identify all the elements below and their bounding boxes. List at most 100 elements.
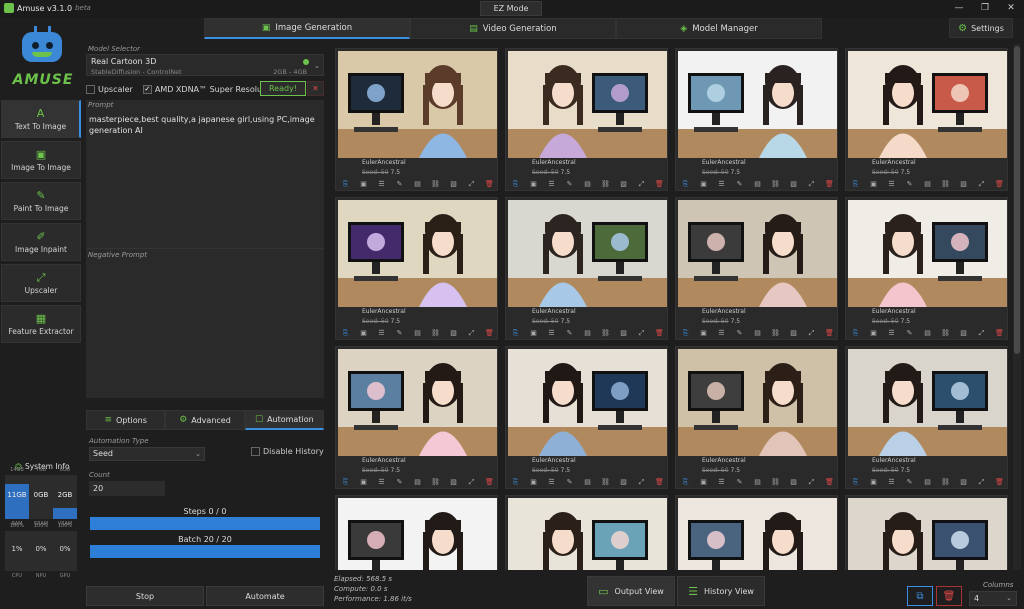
generated-image[interactable] — [848, 200, 1007, 307]
image-gallery-icon[interactable]: ▧ — [958, 477, 969, 487]
upscale-icon[interactable]: ⤢ — [466, 328, 477, 338]
list-icon[interactable]: ☰ — [716, 179, 727, 189]
automate-button[interactable]: Automate — [206, 586, 324, 606]
delete-icon[interactable]: 🗑 — [824, 328, 835, 338]
gallery-card[interactable]: EulerAncestralSeed: 50 7.5⎘▣☰✎▤⛓▧⤢🗑 — [675, 48, 838, 191]
generated-image[interactable] — [678, 349, 837, 456]
edit-icon[interactable]: ✎ — [904, 328, 915, 338]
tab-options[interactable]: ≡ Options — [86, 410, 166, 430]
history-view-button[interactable]: ☰ History View — [677, 576, 765, 606]
edit-icon[interactable]: ✎ — [904, 179, 915, 189]
gallery-card[interactable]: EulerAncestralSeed: 50 7.5⎘▣☰✎▤⛓▧⤢🗑 — [335, 197, 498, 340]
image-gallery-icon[interactable]: ▧ — [448, 328, 459, 338]
delete-icon[interactable]: 🗑 — [484, 179, 495, 189]
film-icon[interactable]: ▤ — [582, 179, 593, 189]
edit-icon[interactable]: ✎ — [564, 328, 575, 338]
link-icon[interactable]: ⛓ — [940, 477, 951, 487]
list-icon[interactable]: ☰ — [716, 477, 727, 487]
delete-icon[interactable]: 🗑 — [654, 477, 665, 487]
list-icon[interactable]: ☰ — [376, 179, 387, 189]
upscaler-checkbox[interactable] — [86, 84, 95, 94]
delete-icon[interactable]: 🗑 — [994, 179, 1005, 189]
image-icon[interactable]: ▣ — [358, 477, 369, 487]
image-icon[interactable]: ▣ — [528, 477, 539, 487]
generated-image[interactable] — [848, 51, 1007, 158]
list-icon[interactable]: ☰ — [886, 179, 897, 189]
delete-icon[interactable]: 🗑 — [994, 477, 1005, 487]
stop-button[interactable]: Stop — [86, 586, 204, 606]
film-icon[interactable]: ▤ — [412, 179, 423, 189]
sidebar-item-text-to-image[interactable]: A Text To Image — [1, 100, 81, 138]
prompt-input[interactable]: Prompt masterpiece,best quality,a japane… — [86, 100, 324, 248]
upscale-icon[interactable]: ⤢ — [806, 328, 817, 338]
edit-icon[interactable]: ✎ — [904, 477, 915, 487]
tab-video-generation[interactable]: ▤ Video Generation — [410, 18, 616, 39]
upscale-icon[interactable]: ⤢ — [466, 477, 477, 487]
film-icon[interactable]: ▤ — [922, 179, 933, 189]
gallery-card[interactable]: EulerAncestralSeed: 50 7.5⎘▣☰✎▤⛓▧⤢🗑 — [675, 197, 838, 340]
list-icon[interactable]: ☰ — [546, 179, 557, 189]
list-icon[interactable]: ☰ — [886, 477, 897, 487]
gallery-card[interactable]: EulerAncestralSeed: 50 7.5⎘▣☰✎▤⛓▧⤢🗑 — [845, 48, 1008, 191]
delete-icon[interactable]: 🗑 — [654, 179, 665, 189]
upscale-icon[interactable]: ⤢ — [806, 477, 817, 487]
image-gallery-icon[interactable]: ▧ — [618, 179, 629, 189]
ez-mode-button[interactable]: EZ Mode — [480, 1, 542, 16]
ready-button[interactable]: Ready! — [260, 81, 306, 96]
gallery-card[interactable]: EulerAncestralSeed: 50 7.5⎘▣☰✎▤⛓▧⤢🗑 — [505, 346, 668, 489]
link-icon[interactable]: ⛓ — [600, 179, 611, 189]
generated-image[interactable] — [508, 51, 667, 158]
link-icon[interactable]: ⛓ — [600, 328, 611, 338]
generated-image[interactable] — [848, 498, 1007, 570]
generated-image[interactable] — [678, 200, 837, 307]
delete-icon[interactable]: 🗑 — [484, 477, 495, 487]
delete-icon[interactable]: 🗑 — [484, 328, 495, 338]
generated-image[interactable] — [848, 349, 1007, 456]
link-icon[interactable]: ⛓ — [770, 477, 781, 487]
automation-type-select[interactable]: Seed ⌄ — [89, 447, 205, 461]
gallery-card[interactable]: EulerAncestralSeed: 50 7.5⎘▣☰✎▤⛓▧⤢🗑 — [505, 197, 668, 340]
edit-icon[interactable]: ✎ — [394, 179, 405, 189]
save-icon[interactable]: ⎘ — [340, 179, 351, 189]
disable-history-toggle[interactable]: Disable History — [251, 447, 324, 456]
generated-image[interactable] — [338, 498, 497, 570]
close-icon[interactable]: ✕ — [998, 0, 1024, 16]
edit-icon[interactable]: ✎ — [394, 328, 405, 338]
delete-icon[interactable]: 🗑 — [824, 477, 835, 487]
list-icon[interactable]: ☰ — [716, 328, 727, 338]
tab-image-generation[interactable]: ▣ Image Generation — [204, 18, 410, 39]
gallery-card[interactable]: EulerAncestralSeed: 50 7.5⎘▣☰✎▤⛓▧⤢🗑 — [335, 346, 498, 489]
clear-gallery-button[interactable]: 🗑 — [936, 586, 962, 606]
gallery-card[interactable]: EulerAncestralSeed: 50 7.5⎘▣☰✎▤⛓▧⤢🗑 — [845, 495, 1008, 570]
maximize-icon[interactable]: ❐ — [972, 0, 998, 16]
image-gallery-icon[interactable]: ▧ — [448, 179, 459, 189]
film-icon[interactable]: ▤ — [412, 477, 423, 487]
delete-icon[interactable]: 🗑 — [994, 328, 1005, 338]
film-icon[interactable]: ▤ — [752, 328, 763, 338]
save-icon[interactable]: ⎘ — [680, 328, 691, 338]
upscale-icon[interactable]: ⤢ — [976, 477, 987, 487]
upscale-icon[interactable]: ⤢ — [636, 328, 647, 338]
sidebar-item-image-to-image[interactable]: ▣ Image To Image — [1, 141, 81, 179]
image-gallery-icon[interactable]: ▧ — [788, 179, 799, 189]
gallery-card[interactable]: EulerAncestralSeed: 50 7.5⎘▣☰✎▤⛓▧⤢🗑 — [675, 346, 838, 489]
generated-image[interactable] — [508, 200, 667, 307]
gallery-card[interactable]: EulerAncestralSeed: 50 7.5⎘▣☰✎▤⛓▧⤢🗑 — [505, 48, 668, 191]
film-icon[interactable]: ▤ — [922, 328, 933, 338]
film-icon[interactable]: ▤ — [412, 328, 423, 338]
generated-image[interactable] — [678, 51, 837, 158]
image-icon[interactable]: ▣ — [358, 328, 369, 338]
delete-icon[interactable]: 🗑 — [654, 328, 665, 338]
save-icon[interactable]: ⎘ — [850, 179, 861, 189]
image-icon[interactable]: ▣ — [698, 477, 709, 487]
sidebar-item-feature-extractor[interactable]: ▦ Feature Extractor — [1, 305, 81, 343]
copy-to-history-button[interactable]: ⧉ — [907, 586, 933, 606]
save-icon[interactable]: ⎘ — [510, 179, 521, 189]
gallery-scrollbar[interactable] — [1013, 44, 1021, 570]
image-gallery-icon[interactable]: ▧ — [788, 328, 799, 338]
list-icon[interactable]: ☰ — [886, 328, 897, 338]
disable-history-checkbox[interactable] — [251, 447, 260, 456]
edit-icon[interactable]: ✎ — [564, 179, 575, 189]
upscale-icon[interactable]: ⤢ — [636, 477, 647, 487]
image-icon[interactable]: ▣ — [868, 328, 879, 338]
